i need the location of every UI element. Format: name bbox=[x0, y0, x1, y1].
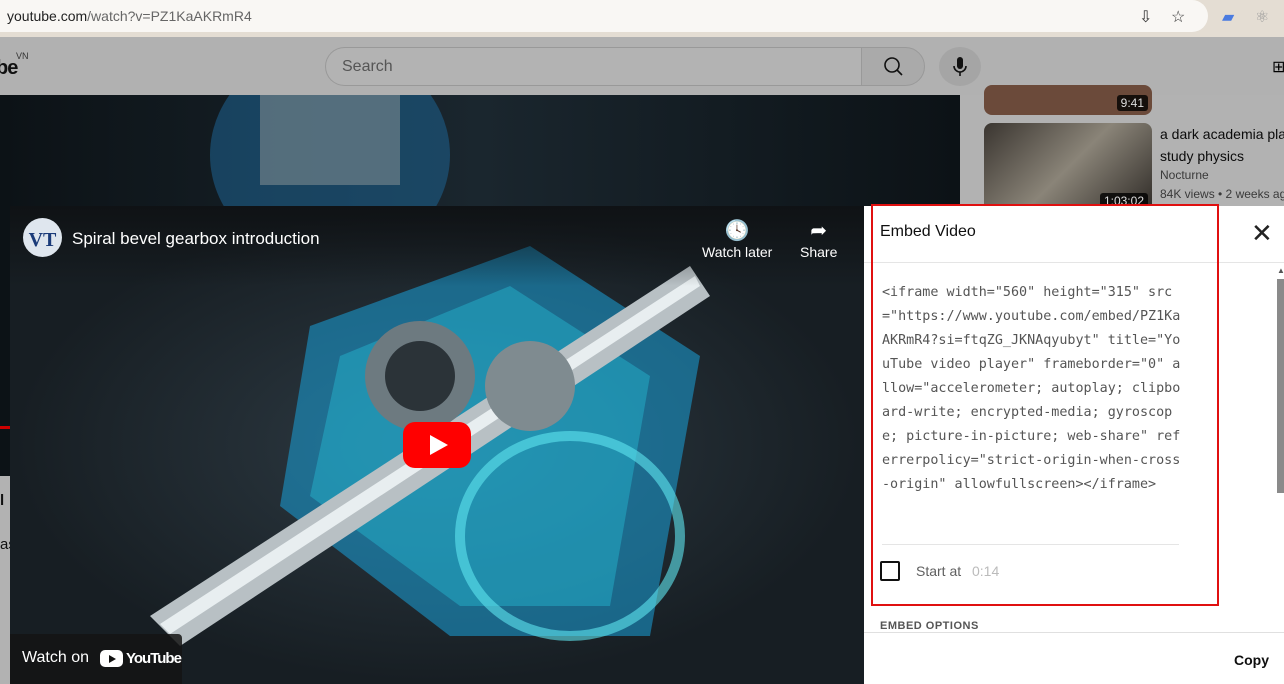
translate-extension-icon[interactable]: ▰ bbox=[1222, 7, 1234, 27]
close-icon[interactable]: ✕ bbox=[1251, 220, 1273, 246]
search-button[interactable] bbox=[861, 47, 925, 86]
youtube-play-icon bbox=[100, 650, 123, 667]
scroll-up-arrow[interactable]: ▲ bbox=[1277, 266, 1284, 275]
bookmark-star-icon[interactable]: ☆ bbox=[1171, 7, 1185, 27]
embed-dialog: Embed Video ✕ ▲ <iframe width="560" heig… bbox=[864, 204, 1284, 684]
share-arrow-icon: ➦ bbox=[810, 220, 828, 242]
video-title[interactable]: a dark academia pla study physics bbox=[1160, 123, 1284, 167]
duration-badge: 9:41 bbox=[1116, 95, 1148, 111]
watch-on-label: Watch on bbox=[22, 649, 89, 666]
clock-icon: 🕓 bbox=[724, 220, 750, 242]
watch-on-youtube-button[interactable]: Watch on YouTube bbox=[10, 634, 182, 684]
youtube-logo[interactable]: be bbox=[0, 57, 18, 80]
react-extension-icon[interactable]: ⚛ bbox=[1255, 7, 1269, 27]
embed-options-header[interactable]: EMBED OPTIONS bbox=[880, 620, 979, 632]
copy-button[interactable]: Copy bbox=[1234, 652, 1269, 668]
voice-search-button[interactable] bbox=[939, 47, 981, 86]
search-icon bbox=[884, 57, 903, 76]
share-button[interactable]: ➦ Share bbox=[800, 218, 837, 260]
browser-toolbar: youtube.com/watch?v=PZ1KaAKRmR4 ⇩ ☆ ▰ ⚛ bbox=[0, 0, 1284, 37]
search-input[interactable]: Search bbox=[325, 47, 862, 86]
text-fragment: l bbox=[0, 492, 5, 509]
video-title[interactable]: Spiral bevel gearbox introduction bbox=[72, 229, 320, 249]
channel-name[interactable]: Nocturne bbox=[1160, 168, 1209, 182]
progress-bar bbox=[0, 426, 10, 429]
url-path: /watch?v=PZ1KaAKRmR4 bbox=[87, 8, 252, 24]
video-thumbnail[interactable]: 9:41 bbox=[984, 85, 1152, 115]
video-thumbnail[interactable]: 1:03:02 bbox=[984, 123, 1152, 213]
youtube-wordmark: YouTube bbox=[126, 650, 182, 667]
mic-icon bbox=[953, 57, 967, 76]
divider bbox=[864, 632, 1284, 633]
install-icon[interactable]: ⇩ bbox=[1139, 7, 1152, 27]
create-icon[interactable]: ⊞ bbox=[1272, 57, 1284, 77]
region-label: VN bbox=[16, 51, 29, 61]
related-videos: 9:41 1:03:02 a dark academia pla study p… bbox=[960, 85, 1284, 213]
embedded-player[interactable]: VT Spiral bevel gearbox introduction 🕓 Wa… bbox=[10, 206, 864, 684]
scrollbar-thumb[interactable] bbox=[1277, 279, 1284, 493]
highlight-box bbox=[871, 204, 1219, 606]
channel-avatar[interactable]: VT bbox=[23, 218, 62, 257]
share-label: Share bbox=[800, 244, 838, 260]
address-bar[interactable]: youtube.com/watch?v=PZ1KaAKRmR4 ⇩ ☆ bbox=[0, 0, 1208, 32]
search-placeholder: Search bbox=[342, 58, 393, 75]
watch-later-button[interactable]: 🕓 Watch later bbox=[702, 218, 772, 260]
video-meta: 84K views • 2 weeks ag bbox=[1160, 187, 1284, 201]
url-host: youtube.com bbox=[7, 8, 88, 24]
watch-later-label: Watch later bbox=[702, 244, 773, 260]
